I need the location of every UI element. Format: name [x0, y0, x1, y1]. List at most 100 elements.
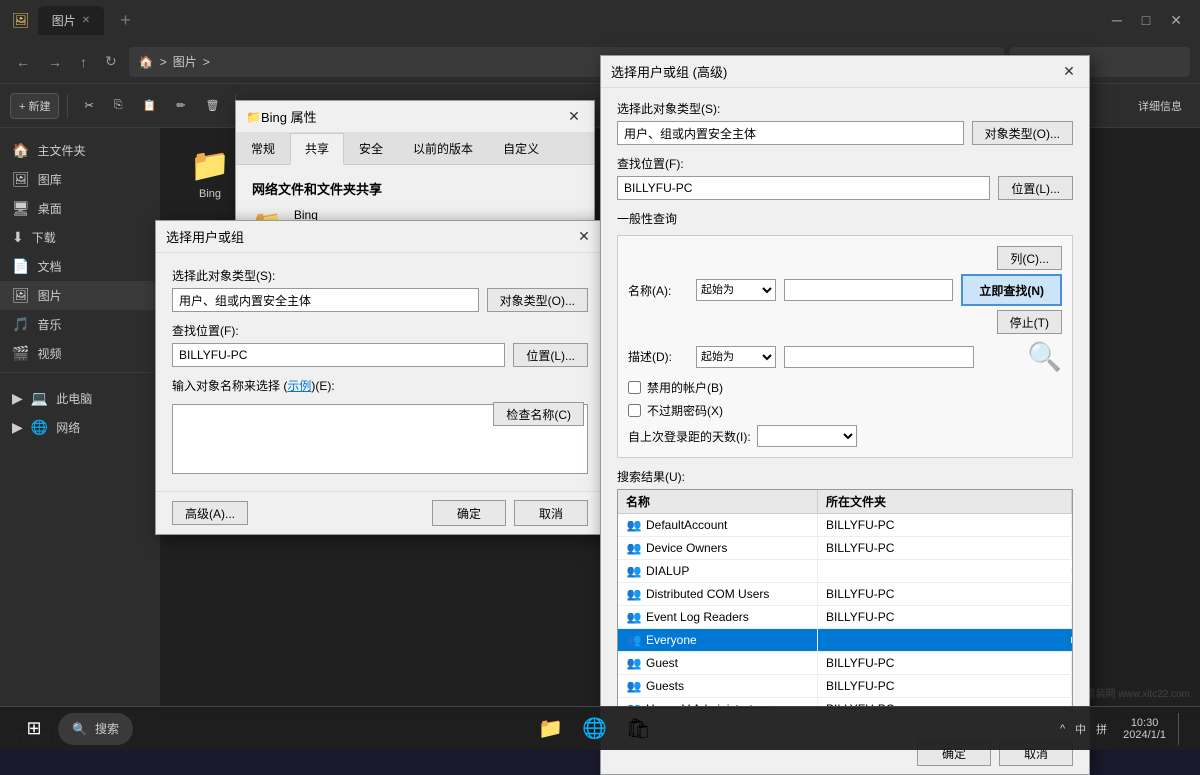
cut-btn[interactable]: ✂	[76, 95, 101, 116]
simple-example-link[interactable]: 示例	[287, 379, 311, 393]
result-name-cell: 👥 Guests	[618, 675, 818, 697]
adv-desc-label: 描述(D):	[628, 348, 688, 365]
sidebar: 🏠 主文件夹 🖼 图库 🖥 桌面 ⬇ 下载 📄 文档 🖼 图片	[0, 128, 160, 722]
sidebar-item-network[interactable]: ▶ 🌐 网络	[0, 413, 160, 442]
taskbar-edge[interactable]: 🌐	[574, 709, 614, 749]
details-btn[interactable]: 详细信息	[1130, 94, 1190, 118]
user-icon: 👥	[626, 517, 642, 533]
adv-name-row: 名称(A): 起始为 列(C)... 立即查找(N) 停止(T)	[628, 246, 1062, 334]
adv-location-input: BILLYFU-PC	[617, 176, 990, 200]
bing-dialog-title-bar: 📁 Bing 属性 ✕	[236, 101, 594, 133]
mypc-icon: 💻	[31, 390, 48, 407]
taskbar-search[interactable]: 🔍 搜索	[58, 713, 133, 745]
adv-desc-input[interactable]	[784, 346, 974, 368]
adv-dialog-close[interactable]: ✕	[1059, 62, 1079, 82]
result-row[interactable]: 👥 DIALUP	[618, 560, 1072, 583]
refresh-btn[interactable]: ↻	[99, 49, 123, 74]
taskbar-up-arrow[interactable]: ^	[1056, 723, 1069, 735]
sidebar-item-pictures[interactable]: 🖼 图片	[0, 281, 160, 310]
delete-btn[interactable]: 🗑	[197, 95, 227, 116]
maximize-btn[interactable]: □	[1136, 12, 1156, 29]
path-icon: 🏠	[139, 55, 154, 69]
tab-previous-versions[interactable]: 以前的版本	[398, 133, 488, 164]
adv-days-label: 自上次登录距的天数(I):	[628, 428, 751, 445]
taskbar-ime[interactable]: 拼	[1092, 721, 1111, 737]
simple-dialog-close[interactable]: ✕	[574, 227, 594, 247]
adv-stop-btn[interactable]: 停止(T)	[997, 310, 1062, 334]
adv-general-query-label: 一般性查询	[617, 210, 1073, 227]
adv-name-condition[interactable]: 起始为	[696, 279, 776, 301]
adv-days-select[interactable]	[757, 425, 857, 447]
copy-btn[interactable]: ⎘	[106, 95, 131, 116]
forward-btn[interactable]: →	[42, 50, 68, 74]
check-names-btn[interactable]: 检查名称(C)	[493, 402, 584, 426]
result-row[interactable]: 👥 Guests BILLYFU-PC	[618, 675, 1072, 698]
sidebar-item-downloads[interactable]: ⬇ 下载	[0, 223, 160, 252]
rename-btn[interactable]: ✏	[168, 95, 193, 116]
result-folder-cell: BILLYFU-PC	[818, 607, 1072, 627]
simple-advanced-btn[interactable]: 高级(A)...	[172, 501, 248, 525]
result-row[interactable]: 👥 Distributed COM Users BILLYFU-PC	[618, 583, 1072, 606]
simple-ok-btn[interactable]: 确定	[432, 500, 506, 526]
adv-noexpire-checkbox[interactable]	[628, 404, 641, 417]
adv-search-btn[interactable]: 立即查找(N)	[961, 274, 1062, 306]
result-folder-cell	[818, 637, 1072, 643]
sidebar-item-desktop[interactable]: 🖥 桌面	[0, 194, 160, 223]
adv-desc-row: 描述(D): 起始为 🔍	[628, 340, 1062, 373]
sidebar-item-gallery[interactable]: 🖼 图库	[0, 165, 160, 194]
taskbar-lang[interactable]: 中	[1071, 721, 1090, 737]
result-name: Everyone	[646, 633, 697, 647]
result-folder-cell: BILLYFU-PC	[818, 653, 1072, 673]
adv-desc-condition[interactable]: 起始为	[696, 346, 776, 368]
adv-list-btn[interactable]: 列(C)...	[997, 246, 1062, 270]
new-tab-btn[interactable]: +	[112, 10, 139, 31]
taskbar-show-desktop[interactable]	[1178, 713, 1184, 745]
bing-dialog-close[interactable]: ✕	[564, 107, 584, 127]
up-btn[interactable]: ↑	[74, 50, 93, 74]
simple-type-btn[interactable]: 对象类型(O)...	[487, 288, 588, 312]
sidebar-item-mypc[interactable]: ▶ 💻 此电脑	[0, 384, 160, 413]
simple-location-btn[interactable]: 位置(L)...	[513, 343, 588, 367]
tab-share[interactable]: 共享	[290, 133, 344, 165]
result-name: Distributed COM Users	[646, 587, 769, 601]
close-btn[interactable]: ✕	[1164, 12, 1188, 29]
adv-name-input[interactable]	[784, 279, 953, 301]
simple-dialog-title: 选择用户或组	[166, 227, 574, 246]
tab-security[interactable]: 安全	[344, 133, 398, 164]
tab-close-btn[interactable]: ✕	[82, 15, 90, 26]
sidebar-item-home[interactable]: 🏠 主文件夹	[0, 136, 160, 165]
sidebar-item-videos[interactable]: 🎬 视频	[0, 339, 160, 368]
back-btn[interactable]: ←	[10, 50, 36, 74]
tab-general[interactable]: 常规	[236, 133, 290, 164]
start-button[interactable]: ⊞	[16, 711, 52, 747]
taskbar-explorer[interactable]: 📁	[530, 709, 570, 749]
sidebar-item-music[interactable]: 🎵 音乐	[0, 310, 160, 339]
result-name: Device Owners	[646, 541, 727, 555]
result-row[interactable]: 👥 Guest BILLYFU-PC	[618, 652, 1072, 675]
network-expand-icon: ▶	[12, 419, 23, 436]
simple-dialog-content: 选择此对象类型(S): 用户、组或内置安全主体 对象类型(O)... 查找位置(…	[156, 253, 604, 491]
simple-input-label: 输入对象名称来选择 (示例)(E):	[172, 377, 588, 394]
paste-btn[interactable]: 📋	[135, 95, 165, 116]
videos-icon: 🎬	[12, 345, 29, 362]
simple-cancel-btn[interactable]: 取消	[514, 500, 588, 526]
taskbar-store[interactable]: 🛍	[618, 709, 658, 749]
adv-disabled-checkbox[interactable]	[628, 381, 641, 394]
new-button[interactable]: + 新建	[10, 93, 59, 119]
result-row[interactable]: 👥 Device Owners BILLYFU-PC	[618, 537, 1072, 560]
tab-pictures[interactable]: 图片 ✕	[38, 6, 104, 35]
result-row[interactable]: 👥 Everyone	[618, 629, 1072, 652]
tab-customize[interactable]: 自定义	[488, 133, 554, 164]
taskbar-clock[interactable]: 10:30 2024/1/1	[1117, 717, 1172, 741]
adv-results-list[interactable]: 名称 所在文件夹 👥 DefaultAccount BILLYFU-PC 👥 D…	[617, 489, 1073, 709]
minimize-btn[interactable]: ─	[1106, 12, 1128, 29]
new-label: + 新建	[19, 98, 50, 114]
sidebar-item-docs[interactable]: 📄 文档	[0, 252, 160, 281]
result-row[interactable]: 👥 Event Log Readers BILLYFU-PC	[618, 606, 1072, 629]
cut-icon: ✂	[84, 99, 93, 112]
result-row[interactable]: 👥 DefaultAccount BILLYFU-PC	[618, 514, 1072, 537]
adv-type-btn[interactable]: 对象类型(O)...	[972, 121, 1073, 145]
adv-type-row: 用户、组或内置安全主体 对象类型(O)...	[617, 121, 1073, 145]
docs-icon: 📄	[12, 258, 29, 275]
adv-location-btn[interactable]: 位置(L)...	[998, 176, 1073, 200]
